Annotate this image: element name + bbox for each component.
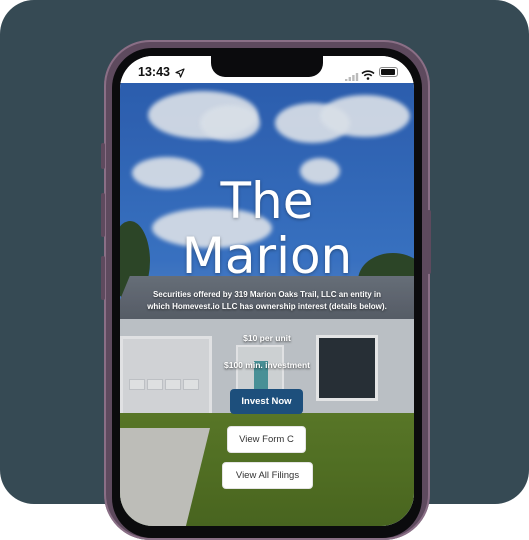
phone-screen: 13:43 The Marion Securities offered by 3…	[120, 56, 414, 526]
invest-now-button[interactable]: Invest Now	[230, 389, 303, 414]
battery-icon	[379, 67, 398, 77]
view-all-filings-button[interactable]: View All Filings	[222, 462, 313, 489]
property-title-line1: The	[220, 172, 314, 230]
view-form-c-button[interactable]: View Form C	[227, 426, 306, 453]
location-arrow-icon	[175, 65, 185, 83]
price-per-unit: $10 per unit	[243, 333, 291, 343]
phone-side-button	[101, 256, 105, 300]
status-time: 13:43	[138, 65, 170, 79]
phone-side-button	[101, 143, 105, 169]
property-title-line2: Marion	[181, 227, 353, 285]
camera-notch	[211, 56, 323, 77]
phone-power-button	[427, 210, 431, 274]
phone-side-button	[101, 193, 105, 237]
min-investment: $100 min. investment	[224, 360, 310, 370]
offering-description: Securities offered by 319 Marion Oaks Tr…	[147, 290, 387, 311]
status-bar: 13:43	[120, 56, 414, 83]
